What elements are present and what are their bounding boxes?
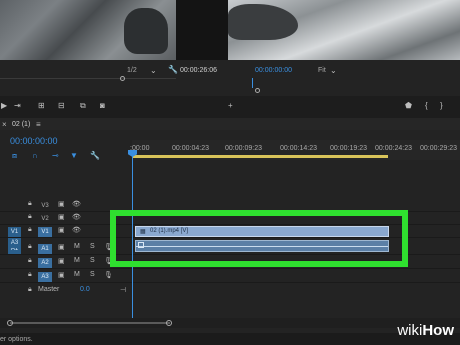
scroll-handle-right[interactable] [166,320,172,326]
go-to-out-icon[interactable]: } [440,102,443,110]
source-zoom-handle[interactable] [120,76,125,81]
go-to-in-icon[interactable]: { [425,102,428,110]
track-label-a3[interactable]: A3 [38,272,52,282]
ruler-tick-1: 00:00:04:23 [172,145,209,152]
program-playhead[interactable] [252,78,253,88]
program-fit-select[interactable]: Fit [318,67,326,74]
sync-lock-icon[interactable]: ▣ [58,200,65,208]
overwrite-icon[interactable]: ⊟ [58,102,65,110]
mute-button[interactable]: M [74,271,80,278]
source-timecode: 00:00:26:06 [180,67,217,74]
track-label-v2[interactable]: V2 [38,214,52,224]
lock-icon[interactable]: 🔒︎ [28,243,32,251]
scrollbar-thumb[interactable] [10,322,170,324]
mute-button[interactable]: M [74,257,80,264]
sequence-timecode[interactable]: 00:00:00:00 [10,136,58,146]
chevron-down-icon[interactable]: ⌄ [330,67,337,75]
wrench-icon[interactable]: 🔧 [90,152,100,160]
camera-icon[interactable]: ◙ [100,102,105,110]
track-row-a3: 🔒︎ A3 ▣ M S 🎙︎ [0,270,460,283]
watermark-how: How [422,322,454,339]
lock-icon[interactable]: 🔒︎ [28,213,32,221]
lock-icon[interactable]: 🔒︎ [28,286,32,294]
ruler-tick-6: 00:00:29:23 [420,145,457,152]
lock-icon[interactable]: 🔒︎ [28,226,32,234]
ruler-tick-2: 00:00:09:23 [225,145,262,152]
monitor-gap [176,0,228,60]
play-icon[interactable]: ▶ [1,102,7,110]
lock-icon[interactable]: 🔒︎ [28,271,32,279]
source-video-rock [124,8,168,54]
track-row-master: 🔒︎ Master 0.0 ⊣ [0,285,460,298]
work-area-bar[interactable] [132,155,388,158]
highlight-box [110,210,408,267]
solo-button[interactable]: S [90,271,95,278]
close-icon[interactable]: × [2,121,7,129]
sync-lock-icon[interactable]: ▣ [58,257,65,265]
sync-lock-icon[interactable]: ▣ [58,243,65,251]
lock-icon[interactable]: 🔒︎ [28,200,32,208]
wikihow-watermark: wikiHow [397,322,454,339]
sync-lock-icon[interactable]: ▣ [58,226,65,234]
status-bar [0,333,460,345]
eye-icon[interactable]: 👁︎ [72,213,81,221]
source-patch-v1[interactable]: V1 [8,227,21,237]
solo-button[interactable]: S [90,243,95,250]
linked-selection-icon[interactable]: ⊸ [52,152,59,160]
chevron-down-icon[interactable]: ⌄ [150,67,157,75]
add-button-icon[interactable]: + [228,102,233,110]
add-marker-icon[interactable]: ▼ [70,152,78,160]
microphone-icon[interactable]: 🎙︎ [104,271,113,279]
program-timecode[interactable]: 00:00:00:00 [255,67,292,74]
source-patch-a3[interactable]: A3 [8,238,21,248]
source-scrub-line[interactable] [0,78,176,79]
master-value[interactable]: 0.0 [80,286,90,293]
watermark-wiki: wiki [397,322,423,339]
track-label-a1[interactable]: A1 [38,244,52,254]
sync-lock-icon[interactable]: ▣ [58,213,65,221]
lock-icon[interactable]: 🔒︎ [28,257,32,265]
mute-button[interactable]: M [74,243,80,250]
program-zoom-handle[interactable] [255,88,260,93]
solo-button[interactable]: S [90,257,95,264]
sync-lock-icon[interactable]: ▣ [58,271,65,279]
nest-icon[interactable]: ⧈ [12,152,17,160]
ruler-tick-5: 00:00:24:23 [375,145,412,152]
marker-icon[interactable]: ⬟ [405,102,412,110]
insert-icon[interactable]: ⊞ [38,102,45,110]
eye-icon[interactable]: 👁︎ [72,226,81,234]
track-label-a2[interactable]: A2 [38,258,52,268]
export-frame-icon[interactable]: ⧉ [80,102,86,110]
menu-icon[interactable]: ≡ [36,121,41,129]
track-label-v1[interactable]: V1 [38,227,52,237]
track-label-v3[interactable]: V3 [38,201,52,211]
wrench-icon[interactable]: 🔧 [168,66,178,74]
snap-icon[interactable]: ∩ [32,152,38,160]
scroll-handle-left[interactable] [7,320,13,326]
eye-icon[interactable]: 👁︎ [72,200,81,208]
timeline-header [0,118,460,130]
ruler-tick-4: 00:00:19:23 [330,145,367,152]
master-label: Master [38,286,60,293]
end-bracket-icon[interactable]: ⊣ [120,286,126,294]
source-resolution-select[interactable]: 1/2 [127,67,137,74]
status-text: er options. [0,336,33,343]
step-forward-icon[interactable]: ⇥ [14,102,21,110]
ruler-tick-3: 00:00:14:23 [280,145,317,152]
sequence-tab[interactable]: 02 (1) [12,121,30,128]
